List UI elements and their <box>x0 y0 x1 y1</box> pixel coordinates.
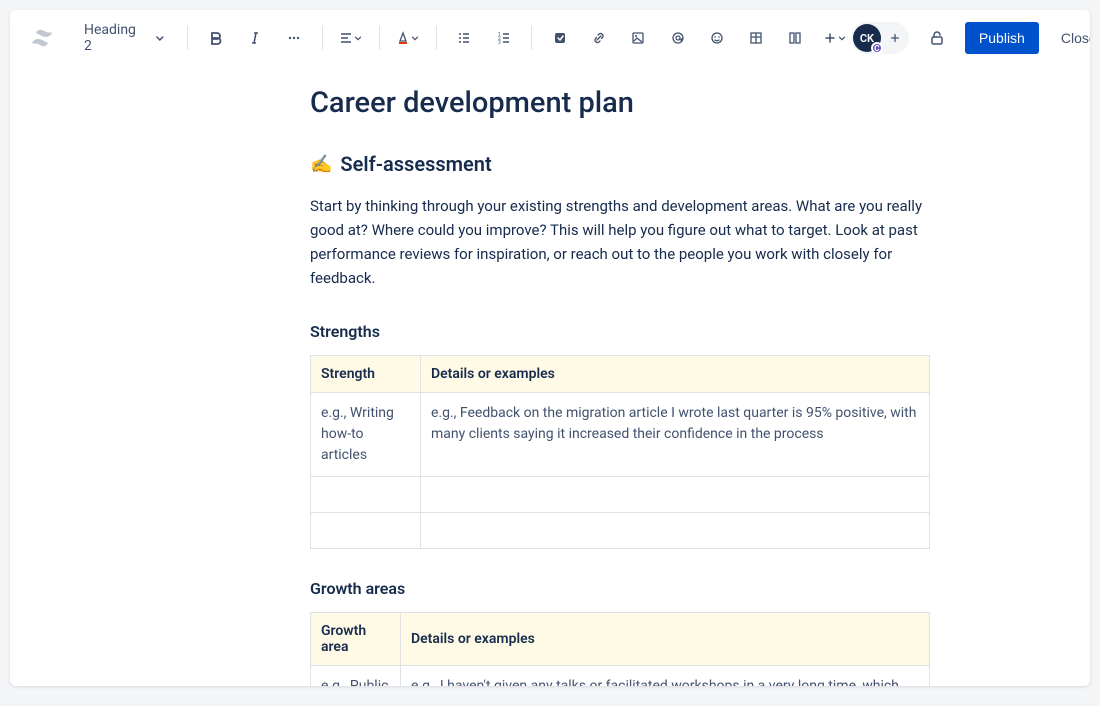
section-heading-text: Self-assessment <box>340 152 491 176</box>
plus-icon <box>889 32 901 44</box>
toolbar-separator <box>187 26 188 50</box>
link-button[interactable] <box>584 22 615 54</box>
toolbar-left: Heading 2 <box>30 16 851 60</box>
more-formatting-button[interactable] <box>279 22 310 54</box>
layouts-button[interactable] <box>780 22 811 54</box>
mention-button[interactable] <box>662 22 693 54</box>
bold-button[interactable] <box>200 22 231 54</box>
table-cell[interactable] <box>311 513 421 549</box>
text-color-icon <box>396 31 410 45</box>
italic-icon <box>248 31 262 45</box>
align-left-icon <box>339 31 353 45</box>
chevron-down-icon <box>837 33 847 43</box>
table-header[interactable]: Details or examples <box>421 356 930 393</box>
table-cell[interactable]: e.g., Public speaking <box>311 666 401 687</box>
page-title[interactable]: Career development plan <box>310 86 930 120</box>
intro-paragraph[interactable]: Start by thinking through your existing … <box>310 194 930 290</box>
image-button[interactable] <box>623 22 654 54</box>
numbered-list-button[interactable]: 123 <box>488 22 519 54</box>
insert-button[interactable] <box>819 22 851 54</box>
chevron-down-icon <box>154 32 166 44</box>
table-header[interactable]: Growth area <box>311 613 401 666</box>
alignment-button[interactable] <box>335 22 367 54</box>
toolbar-right: CK C Publish Close <box>851 22 1090 54</box>
text-color-button[interactable] <box>392 22 424 54</box>
growth-heading[interactable]: Growth areas <box>310 579 930 598</box>
table-cell[interactable] <box>421 477 930 513</box>
confluence-icon <box>30 26 54 50</box>
heading-select-label: Heading 2 <box>84 22 146 54</box>
more-horizontal-icon <box>287 31 301 45</box>
app-logo[interactable] <box>30 26 54 50</box>
bullet-list-button[interactable] <box>449 22 480 54</box>
heading-style-select[interactable]: Heading 2 <box>74 16 175 60</box>
table-cell[interactable] <box>311 477 421 513</box>
document-body: Career development plan ✍️ Self-assessme… <box>170 86 930 686</box>
mention-icon <box>671 31 685 45</box>
checkbox-icon <box>553 31 567 45</box>
link-icon <box>592 31 606 45</box>
collaborator-group[interactable]: CK C <box>851 22 909 54</box>
plus-icon <box>823 31 837 45</box>
table-header[interactable]: Strength <box>311 356 421 393</box>
emoji-icon <box>710 31 724 45</box>
restrictions-button[interactable] <box>921 22 953 54</box>
avatar-initials: CK <box>860 32 874 45</box>
presence-badge: C <box>871 42 883 54</box>
toolbar-separator <box>531 26 532 50</box>
svg-text:3: 3 <box>498 40 501 45</box>
publish-button[interactable]: Publish <box>965 22 1039 54</box>
bold-icon <box>209 31 223 45</box>
table-cell[interactable] <box>421 513 930 549</box>
section-heading-self-assessment[interactable]: ✍️ Self-assessment <box>310 152 930 176</box>
growth-table[interactable]: Growth area Details or examples e.g., Pu… <box>310 612 930 686</box>
table-header[interactable]: Details or examples <box>401 613 930 666</box>
strengths-heading[interactable]: Strengths <box>310 322 930 341</box>
table-cell[interactable]: e.g., Writing how-to articles <box>311 393 421 477</box>
toolbar-separator <box>436 26 437 50</box>
avatar[interactable]: CK C <box>853 24 881 52</box>
bullet-list-icon <box>457 31 471 45</box>
table-cell[interactable]: e.g., I haven't given any talks or facil… <box>401 666 930 687</box>
table-row[interactable]: e.g., Public speaking e.g., I haven't gi… <box>311 666 930 687</box>
chevron-down-icon <box>410 33 420 43</box>
table-row[interactable]: e.g., Writing how-to articles e.g., Feed… <box>311 393 930 477</box>
layout-icon <box>788 31 802 45</box>
table-button[interactable] <box>740 22 771 54</box>
toolbar-separator <box>322 26 323 50</box>
unlock-icon <box>928 29 946 47</box>
italic-button[interactable] <box>239 22 270 54</box>
editor-window: Heading 2 <box>10 10 1090 686</box>
editor-content[interactable]: Career development plan ✍️ Self-assessme… <box>10 66 1090 686</box>
writing-hand-icon: ✍️ <box>310 154 332 175</box>
toolbar-separator <box>379 26 380 50</box>
table-cell[interactable]: e.g., Feedback on the migration article … <box>421 393 930 477</box>
chevron-down-icon <box>353 33 363 43</box>
toolbar: Heading 2 <box>10 10 1090 66</box>
table-row[interactable] <box>311 513 930 549</box>
action-item-button[interactable] <box>544 22 575 54</box>
emoji-button[interactable] <box>701 22 732 54</box>
image-icon <box>631 31 645 45</box>
strengths-table[interactable]: Strength Details or examples e.g., Writi… <box>310 355 930 549</box>
invite-button[interactable] <box>883 26 907 50</box>
table-icon <box>749 31 763 45</box>
table-row[interactable] <box>311 477 930 513</box>
close-button[interactable]: Close <box>1051 22 1090 54</box>
numbered-list-icon: 123 <box>497 31 511 45</box>
